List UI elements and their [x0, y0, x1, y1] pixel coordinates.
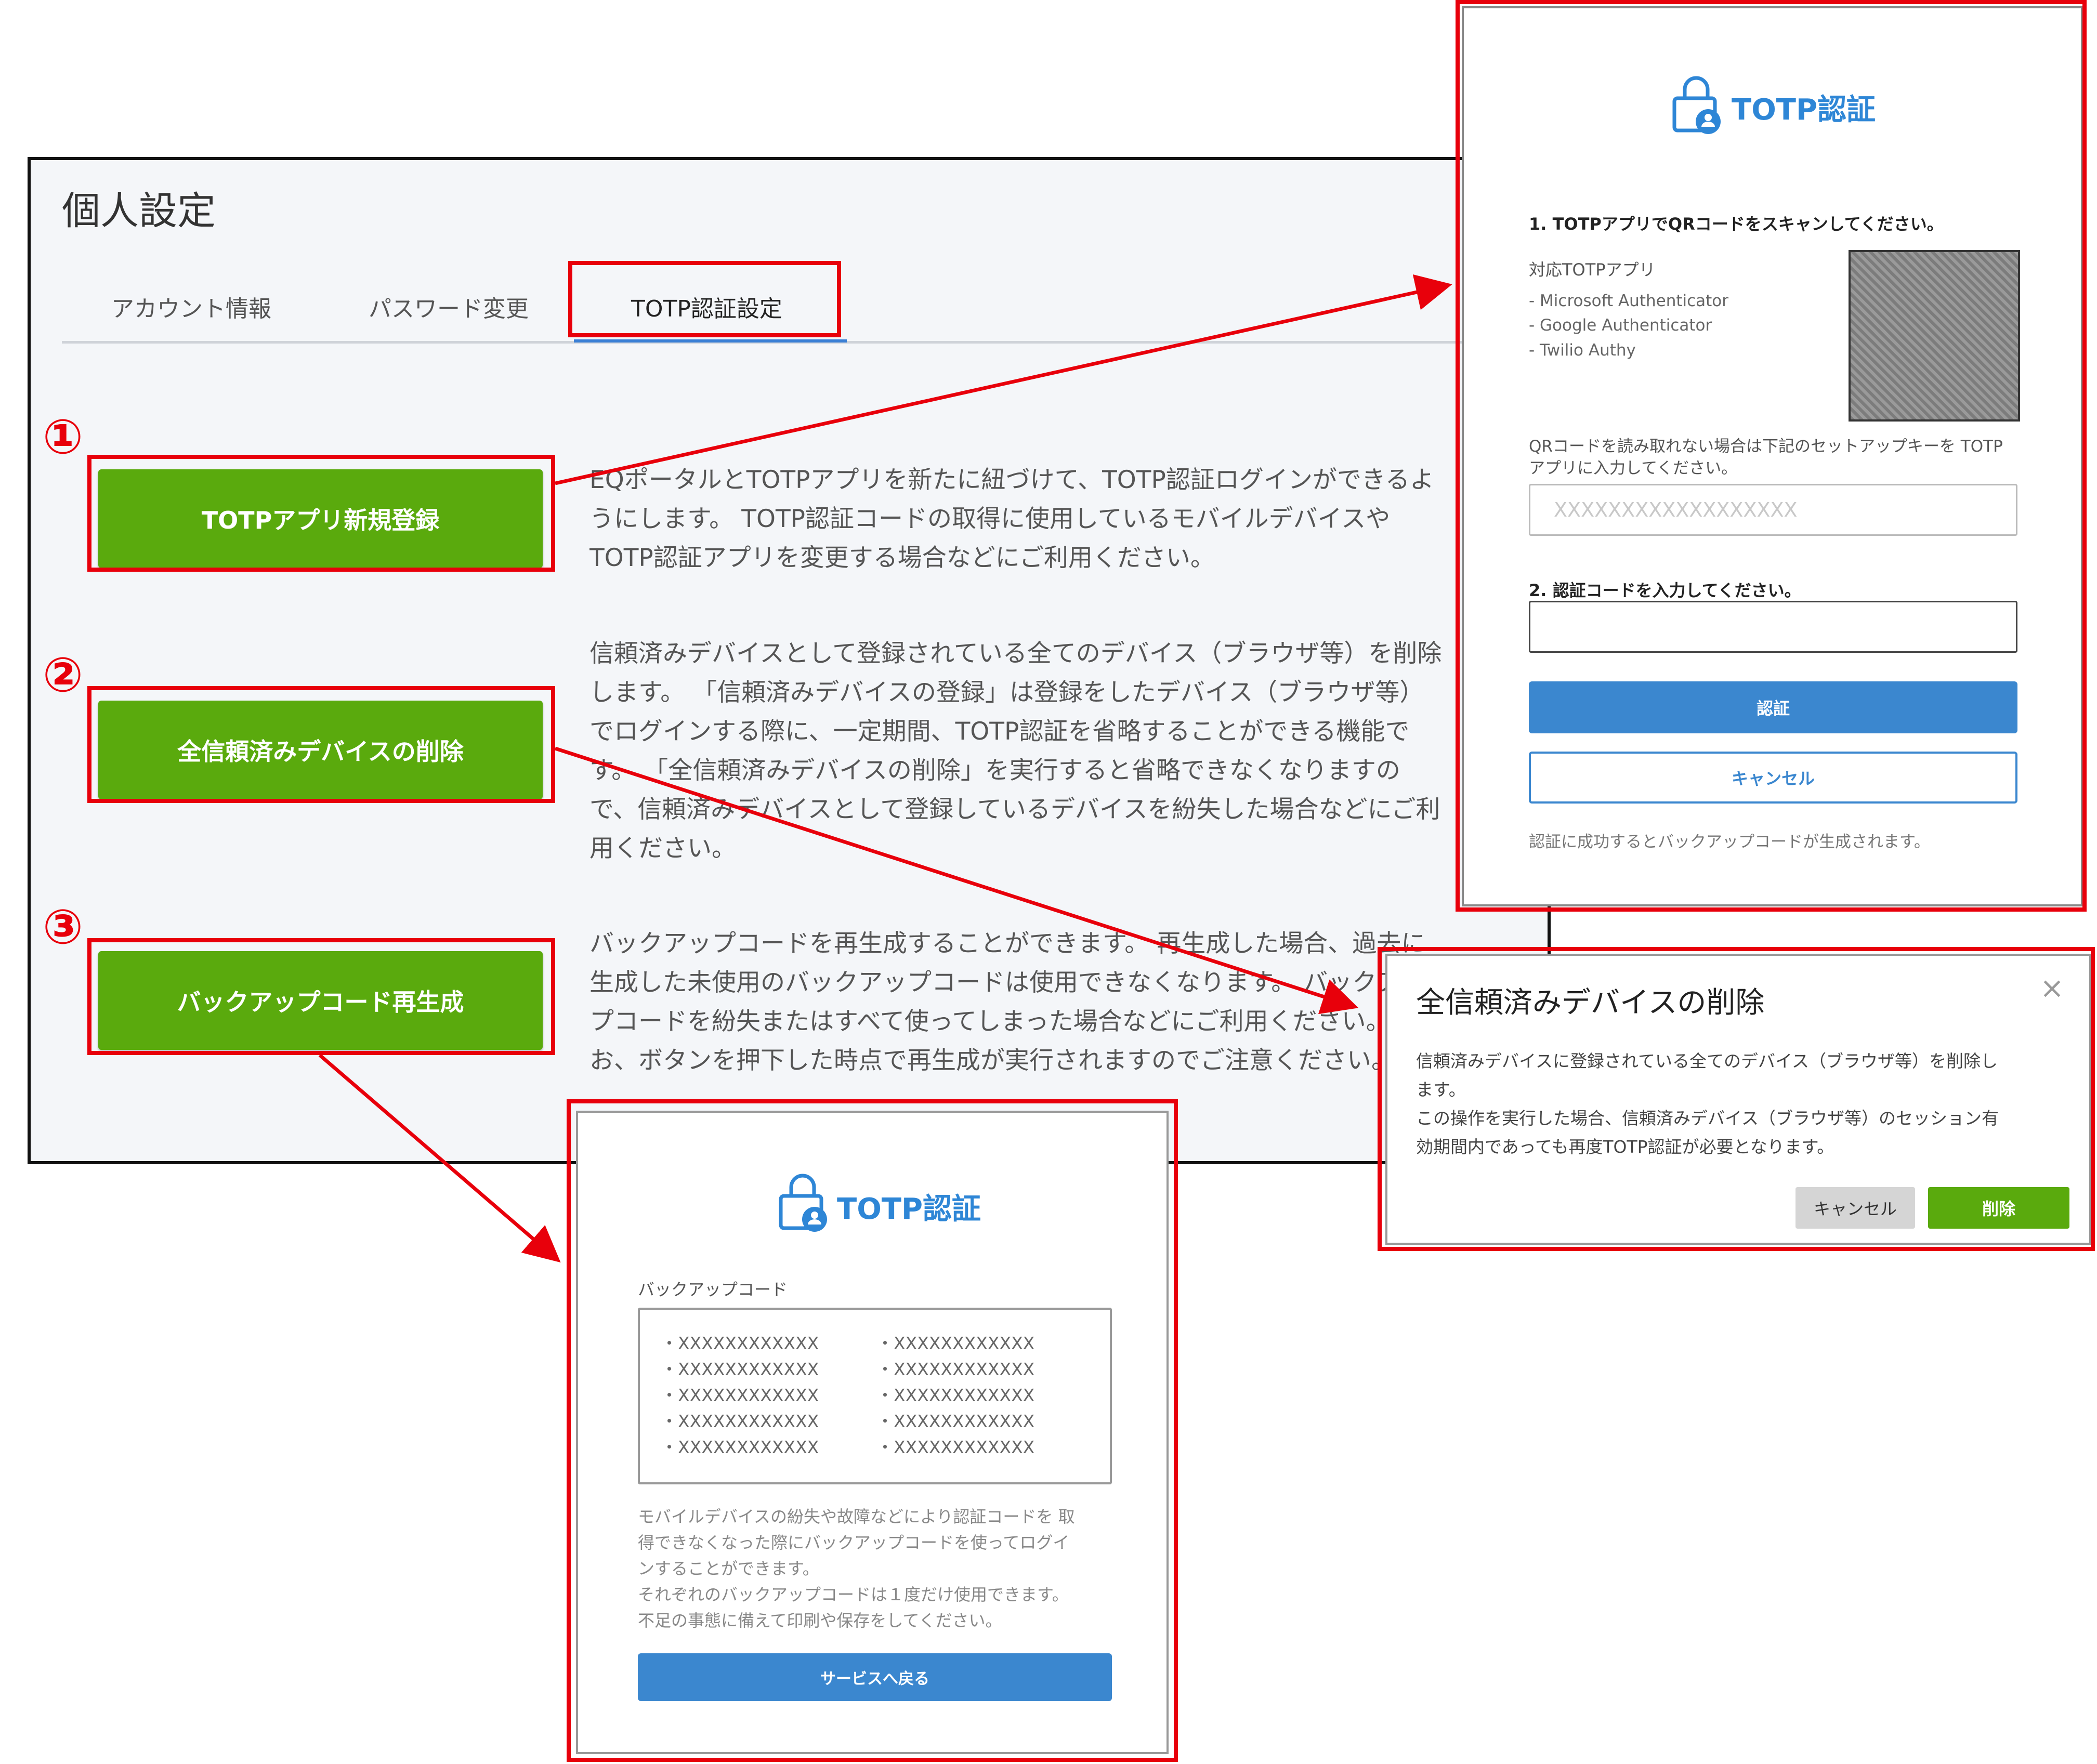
- arrow-to-totp-dialog: [555, 274, 1452, 485]
- arrow-to-delete-dialog: [554, 746, 1359, 1015]
- connector-arrows: [318, 274, 1452, 1263]
- arrow-to-backup-dialog: [318, 1054, 561, 1263]
